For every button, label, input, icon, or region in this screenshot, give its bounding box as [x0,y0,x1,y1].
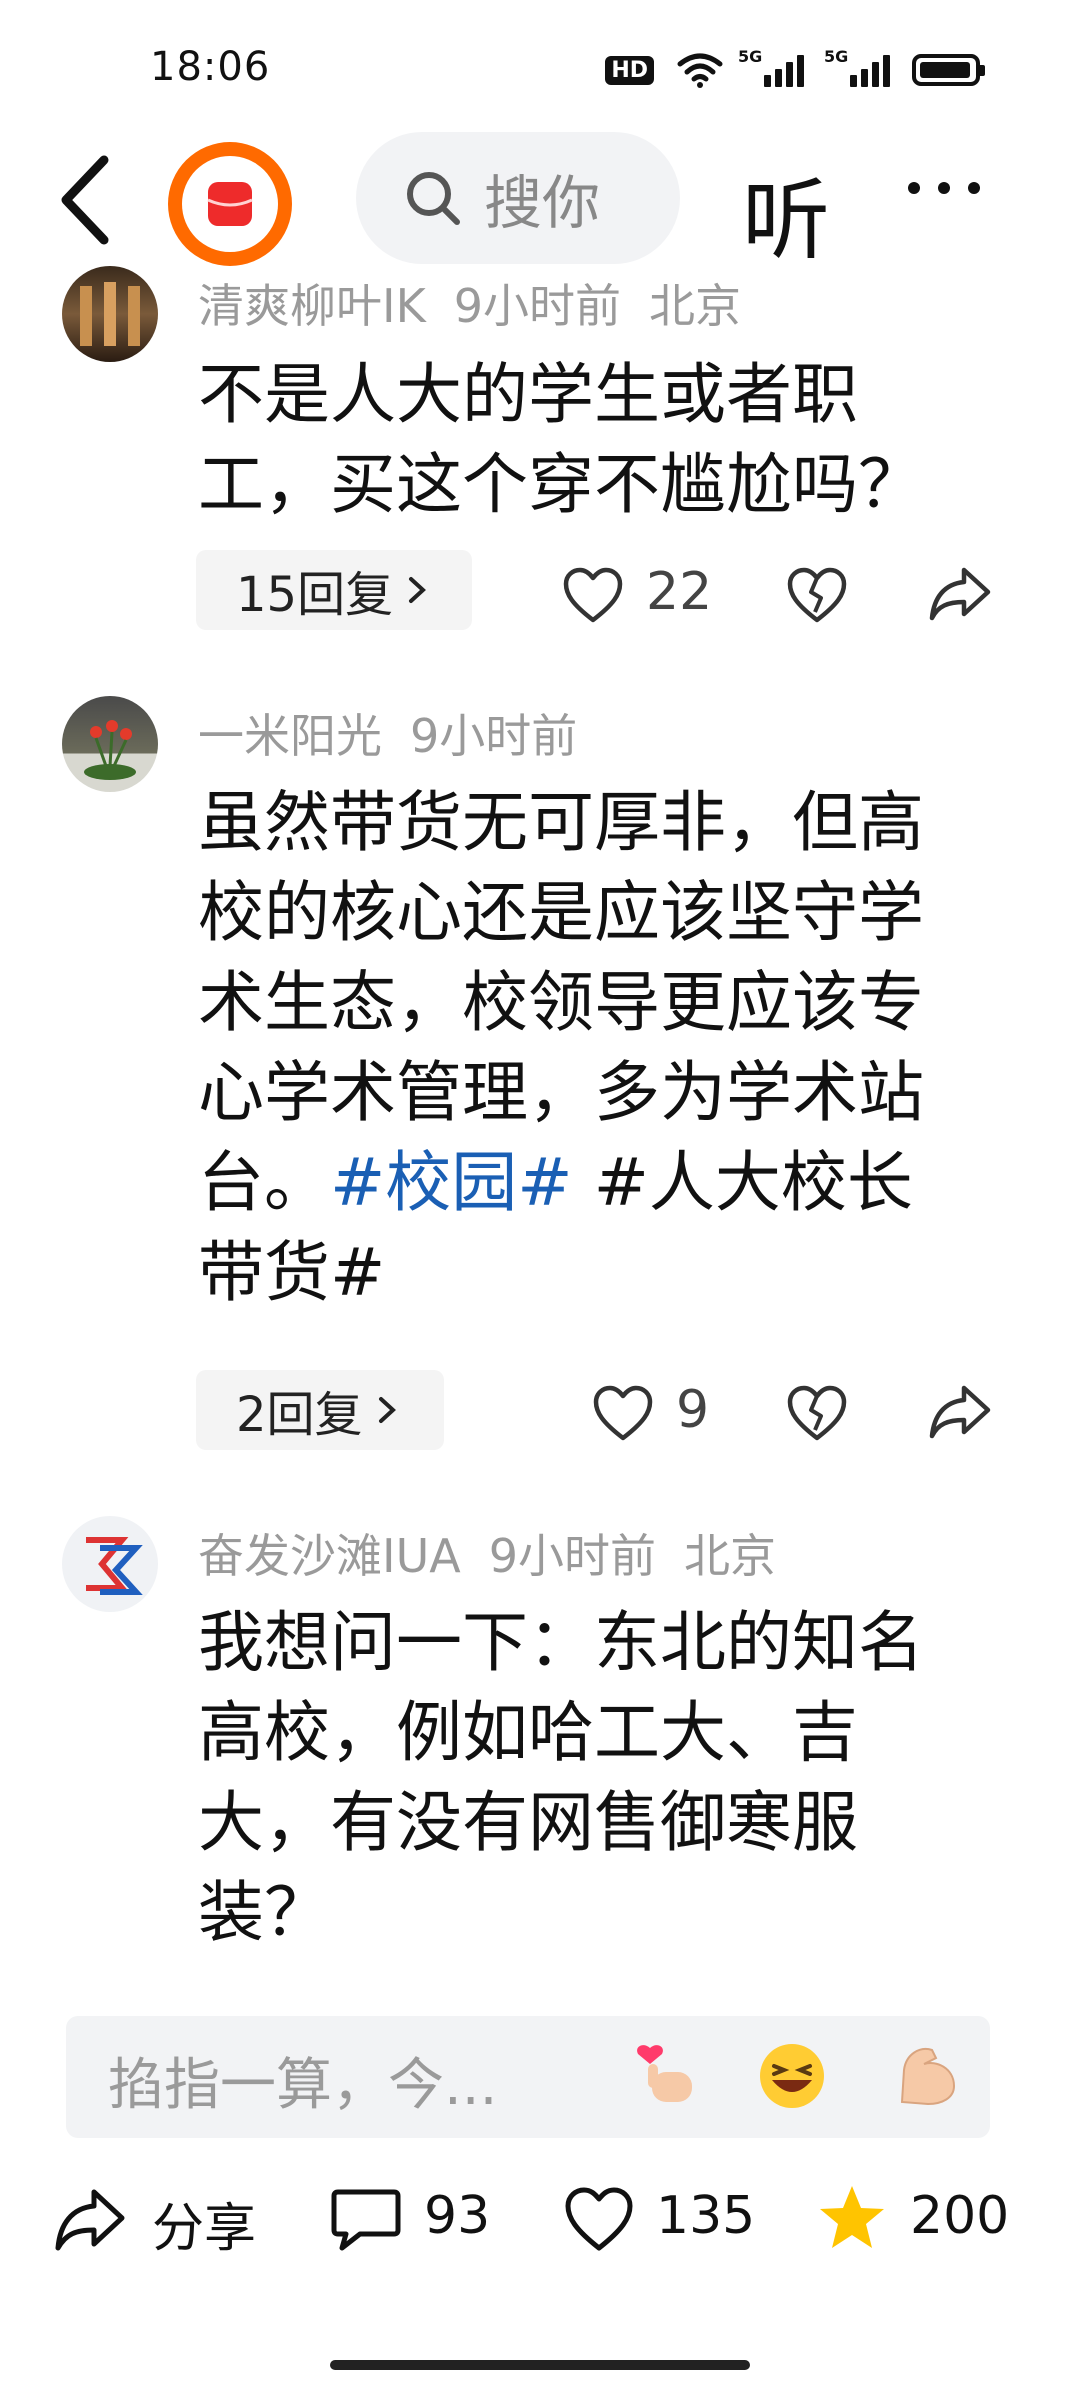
comment-text: 我想问一下：东北的知名高校，例如哈工大、吉大，有没有网售御寒服装？ [198,1604,924,1951]
comment-meta: 奋发沙滩IUA 9小时前 北京 [198,1520,804,1586]
back-icon[interactable] [52,150,122,250]
dislike-icon[interactable] [786,1384,848,1442]
listen-button[interactable]: 听 [742,150,830,277]
comment-location: 北京 [683,1529,776,1583]
like-icon[interactable] [564,2186,634,2252]
search-icon [407,172,460,225]
comment-meta: 清爽柳叶IK 9小时前 北京 [198,270,769,336]
comment-time: 9小时前 [488,1529,656,1583]
status-icons: HD 5G 5G [605,47,985,88]
comment-location: 北京 [649,279,742,333]
sigma-logo-icon [86,1537,143,1595]
like-count: 135 [656,2186,756,2246]
home-indicator[interactable] [330,2360,750,2370]
avatar-image [80,282,140,346]
battery-icon [912,54,985,86]
channel-avatar[interactable] [168,142,292,266]
avatar[interactable] [62,1516,158,1612]
replies-label: 2回复 [236,1387,363,1443]
replies-label: 15回复 [236,567,394,623]
like-icon[interactable] [592,1384,654,1442]
like-icon[interactable] [562,566,624,624]
like-count: 22 [646,562,713,622]
comment-text: 虽然带货无可厚非，但高校的核心还是应该坚守学术生态，校领导更应该专心学术管理，多… [198,778,978,1318]
chevron-right-icon [409,577,427,603]
search-placeholder: 搜你 [484,169,601,237]
search-box[interactable]: 搜你 [356,132,680,264]
comment-text: 不是人大的学生或者职工，买这个穿不尴尬吗？ [198,356,924,523]
comment-input-placeholder: 掐指一算，今... [108,2053,498,2118]
comment-time: 9小时前 [410,709,578,763]
red-envelope-icon [207,182,253,226]
comment-meta: 一米阳光 9小时前 [198,700,605,766]
comment-icon[interactable] [330,2186,402,2254]
share-label[interactable]: 分享 [152,2186,256,2261]
status-time: 18:06 [150,44,271,90]
author-name[interactable]: 奋发沙滩IUA [198,1529,461,1583]
flexed-biceps-emoji-icon[interactable] [892,2040,962,2110]
comment-count: 93 [424,2186,491,2246]
chevron-right-icon [378,1397,396,1423]
cell-signal-icon-2: 5G [824,47,890,87]
author-name[interactable]: 一米阳光 [198,709,382,763]
hd-voice-icon: HD [605,55,654,85]
share-icon[interactable] [928,1382,992,1440]
heart-hand-emoji-icon[interactable] [632,2040,702,2110]
favorite-star-icon[interactable] [816,2182,888,2252]
avatar[interactable] [62,696,158,792]
avatar[interactable] [62,266,158,362]
wifi-icon [677,53,723,88]
comment-time: 9小时前 [453,279,622,333]
share-icon[interactable] [928,564,992,622]
favorite-count: 200 [910,2186,1010,2246]
replies-button[interactable]: 2回复 [196,1370,444,1450]
laughing-emoji-icon[interactable] [758,2042,826,2110]
hashtag-link[interactable]: #校园# [330,1144,573,1221]
share-icon[interactable] [54,2186,126,2252]
replies-button[interactable]: 15回复 [196,550,472,630]
author-name[interactable]: 清爽柳叶IK [198,279,426,333]
like-count: 9 [676,1380,710,1440]
avatar-image [84,720,136,780]
dislike-icon[interactable] [786,566,848,624]
cell-signal-icon: 5G [738,47,804,87]
more-options-icon[interactable] [908,182,980,194]
